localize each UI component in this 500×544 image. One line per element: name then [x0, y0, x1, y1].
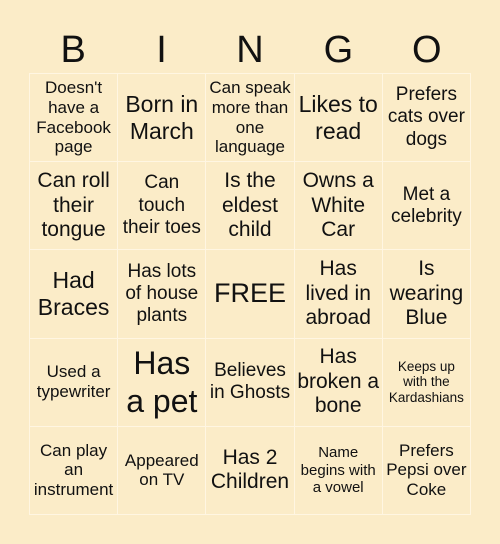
bingo-cell[interactable]: Can touch their toes	[118, 162, 207, 251]
header-letter-g: G	[323, 29, 354, 71]
bingo-cell[interactable]: Has lived in abroad	[294, 250, 383, 339]
bingo-cell[interactable]: Can play an instrument	[30, 426, 119, 515]
bingo-cell[interactable]: Used a typewriter	[30, 338, 119, 427]
bingo-cell[interactable]: Owns a White Car	[294, 162, 383, 251]
bingo-cell[interactable]: Doesn't have a Facebook page	[30, 74, 119, 163]
bingo-cell[interactable]: Has lots of house plants	[118, 250, 207, 339]
bingo-cell[interactable]: Met a celebrity	[382, 162, 471, 251]
bingo-cell[interactable]: Born in March	[118, 74, 207, 163]
bingo-cell[interactable]: Is wearing Blue	[382, 250, 471, 339]
header-letter-o: O	[411, 29, 442, 71]
header-letter-n: N	[236, 29, 264, 71]
bingo-cell[interactable]: Is the eldest child	[206, 162, 295, 251]
bingo-cell[interactable]: Believes in Ghosts	[206, 338, 295, 427]
header-letter-b: B	[60, 29, 86, 71]
bingo-cell[interactable]: Can speak more than one language	[206, 74, 295, 163]
bingo-cell[interactable]: Has a pet	[118, 338, 207, 427]
bingo-cell[interactable]: Prefers cats over dogs	[382, 74, 471, 163]
bingo-cell[interactable]: Has 2 Children	[206, 426, 295, 515]
free-space[interactable]: FREE	[206, 250, 295, 339]
bingo-cell[interactable]: Prefers Pepsi over Coke	[382, 426, 471, 515]
bingo-cell[interactable]: Appeared on TV	[118, 426, 207, 515]
bingo-header: B I N G O	[29, 28, 471, 72]
bingo-cell[interactable]: Can roll their tongue	[30, 162, 119, 251]
bingo-grid: Doesn't have a Facebook page Born in Mar…	[29, 73, 471, 515]
bingo-cell[interactable]: Name begins with a vowel	[294, 426, 383, 515]
bingo-cell[interactable]: Likes to read	[294, 74, 383, 163]
bingo-cell[interactable]: Had Braces	[30, 250, 119, 339]
bingo-cell[interactable]: Keeps up with the Kardashians	[382, 338, 471, 427]
header-letter-i: I	[156, 29, 167, 71]
bingo-cell[interactable]: Has broken a bone	[294, 338, 383, 427]
